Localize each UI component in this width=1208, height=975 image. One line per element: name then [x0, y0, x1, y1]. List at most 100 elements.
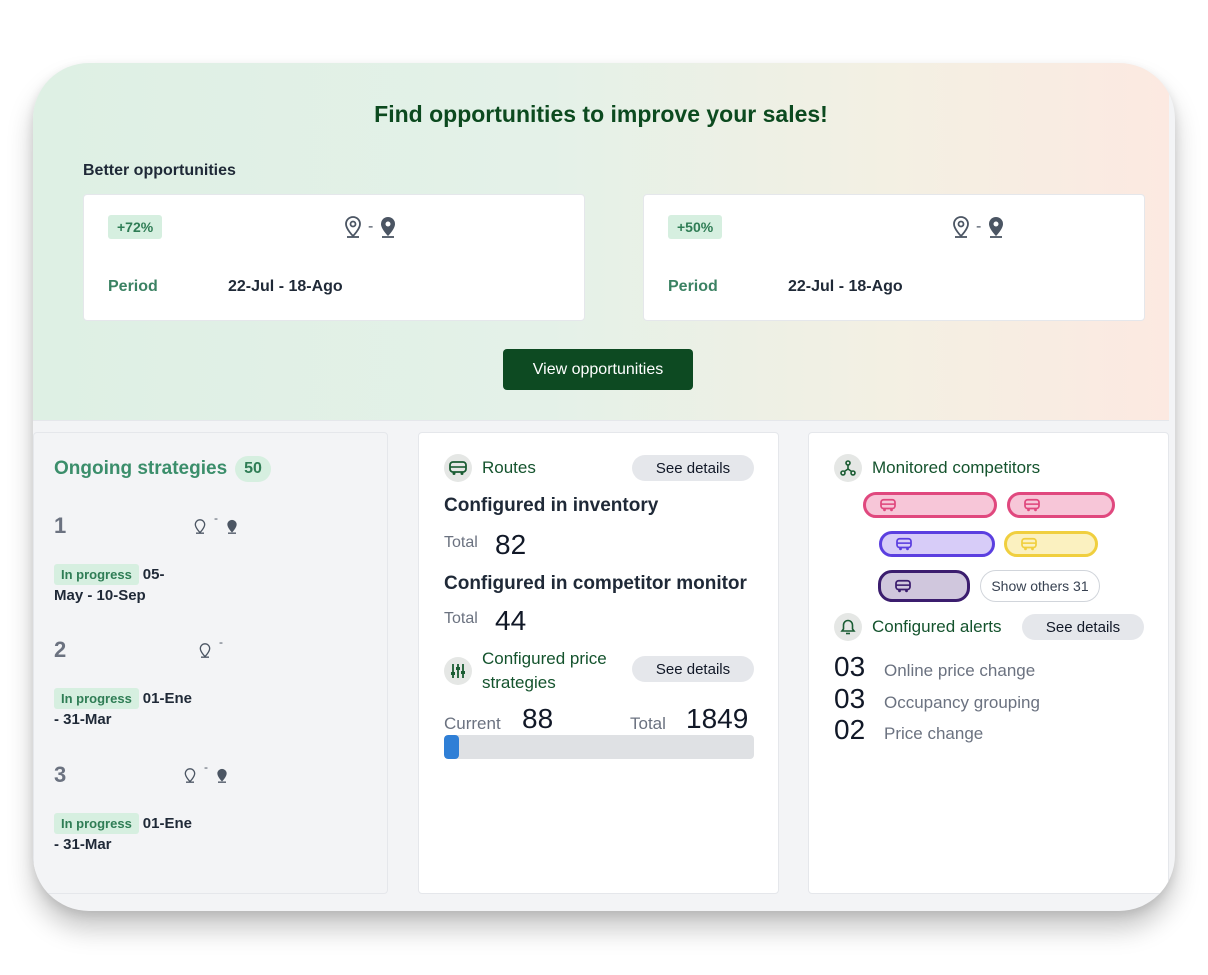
- alerts-title: Configured alerts: [872, 617, 1002, 636]
- better-opportunities-label: Better opportunities: [83, 162, 236, 179]
- location-filled-icon: [381, 217, 396, 238]
- inventory-total-label: Total: [444, 534, 478, 551]
- competitors-title: Monitored competitors: [872, 458, 1041, 477]
- strategy-dates-end: - 31-Mar: [54, 836, 112, 853]
- alert-count: 03: [834, 683, 866, 714]
- period-value: 22-Jul - 18-Ago: [228, 278, 343, 295]
- location-outline-icon: [345, 216, 361, 238]
- location-filled-icon: [989, 217, 1004, 238]
- in-progress-badge: In progress: [54, 564, 139, 585]
- improvement-badge: +50%: [668, 215, 723, 239]
- strategy-item-3[interactable]: 3 - In progress 01-Ene - 31-Mar: [54, 760, 354, 853]
- improvement-badge: +72%: [108, 215, 163, 239]
- route-separator: -: [976, 218, 982, 235]
- competitors-panel: Monitored competitors Show others 31 Con…: [808, 432, 1169, 894]
- strategy-dates-end: - 31-Mar: [54, 711, 112, 728]
- routes-header: Routes: [444, 454, 536, 482]
- ongoing-strategies-panel: Ongoing strategies 50 1 - In progress 05-…: [33, 432, 388, 894]
- alert-label: Price change: [884, 724, 984, 743]
- in-progress-badge: In progress: [54, 813, 139, 834]
- inventory-heading: Configured in inventory: [444, 495, 659, 516]
- alerts-header: Configured alerts: [834, 613, 1001, 641]
- app-frame: Find opportunities to improve your sales…: [33, 63, 1175, 911]
- sliders-icon: [444, 657, 472, 685]
- bus-icon: [444, 454, 472, 482]
- competitors-header: Monitored competitors: [834, 454, 1040, 482]
- in-progress-badge: In progress: [54, 688, 139, 709]
- dash-glyph: -: [219, 635, 223, 649]
- bus-icon: [895, 579, 911, 593]
- alert-count: 03: [834, 651, 866, 682]
- routes-title: Routes: [482, 458, 536, 477]
- route-pins: -: [194, 511, 238, 534]
- route-pins: -: [344, 216, 397, 238]
- strategy-dates-end: May - 10-Sep: [54, 587, 146, 604]
- strategy-number: 1: [54, 513, 67, 538]
- alert-row: 03 Online price change: [834, 651, 1035, 683]
- price-strategies-title: Configured price strategies: [482, 649, 607, 692]
- competitor-pill-3[interactable]: [879, 531, 995, 557]
- dash-glyph: -: [204, 760, 208, 774]
- competitor-pill-2[interactable]: [1007, 492, 1115, 518]
- strategies-count-badge: 50: [235, 456, 271, 482]
- strategy-item-1[interactable]: 1 - In progress 05- May - 10-Sep: [54, 511, 354, 604]
- inventory-total-value: 82: [495, 529, 527, 560]
- alerts-see-details-button[interactable]: See details: [1022, 614, 1144, 640]
- strategy-dates-start: 05-: [142, 566, 165, 583]
- route-pins: -: [952, 216, 1005, 238]
- alert-label: Occupancy grouping: [884, 693, 1040, 712]
- strategy-dates-start: 01-Ene: [142, 815, 192, 832]
- strategy-number: 2: [54, 637, 67, 662]
- bell-icon: [834, 613, 862, 641]
- banner-title: Find opportunities to improve your sales…: [374, 101, 828, 127]
- progress-fill: [444, 735, 459, 759]
- bus-icon: [1021, 537, 1037, 551]
- bus-icon: [1024, 498, 1040, 512]
- alert-row: 02 Price change: [834, 714, 983, 746]
- location-outline-icon: [953, 216, 969, 238]
- total-label: Total: [630, 714, 666, 733]
- monitor-total-value: 44: [495, 605, 527, 636]
- network-icon: [834, 454, 862, 482]
- opportunity-card-2[interactable]: +50% - Period 22-Jul - 18-Ago: [643, 194, 1145, 321]
- strategy-number: 3: [54, 762, 67, 787]
- bus-icon: [896, 537, 912, 551]
- route-pins: -: [199, 635, 223, 658]
- strategies-title: Ongoing strategies: [54, 458, 228, 479]
- location-outline-icon: [184, 768, 196, 783]
- dash-glyph: -: [214, 511, 218, 525]
- alert-label: Online price change: [884, 661, 1036, 680]
- opportunity-card-1[interactable]: +72% - Period 22-Jul - 18-Ago: [83, 194, 585, 321]
- show-others-button[interactable]: Show others 31: [980, 570, 1100, 602]
- competitor-pill-1[interactable]: [863, 492, 997, 518]
- routes-see-details-button[interactable]: See details: [632, 455, 754, 481]
- strategies-progress-bar: [444, 735, 754, 759]
- strategy-item-2[interactable]: 2 - In progress 01-Ene - 31-Mar: [54, 635, 354, 728]
- route-separator: -: [368, 218, 374, 235]
- alert-count: 02: [834, 714, 866, 745]
- route-pins: -: [184, 760, 228, 783]
- location-outline-icon: [194, 519, 206, 534]
- alert-row: 03 Occupancy grouping: [834, 683, 1040, 715]
- strategy-status: In progress 01-Ene - 31-Mar: [54, 688, 214, 730]
- strategy-status: In progress 05- May - 10-Sep: [54, 564, 214, 606]
- strategy-dates-start: 01-Ene: [142, 690, 192, 707]
- strategy-status: In progress 01-Ene - 31-Mar: [54, 813, 214, 855]
- price-see-details-button[interactable]: See details: [632, 656, 754, 682]
- period-value: 22-Jul - 18-Ago: [788, 278, 903, 295]
- bus-icon: [880, 498, 896, 512]
- current-value: 88: [522, 703, 554, 734]
- competitor-monitor-heading: Configured in competitor monitor: [444, 573, 747, 594]
- strategies-header: Ongoing strategies 50: [54, 456, 271, 482]
- routes-panel: Routes See details Configured in invento…: [418, 432, 779, 894]
- period-label: Period: [108, 278, 158, 295]
- competitor-pill-4[interactable]: [1004, 531, 1098, 557]
- current-label: Current: [444, 714, 501, 733]
- total-value: 1849: [686, 703, 749, 734]
- period-label: Period: [668, 278, 718, 295]
- location-filled-icon: [217, 768, 227, 783]
- opportunities-banner: Find opportunities to improve your sales…: [33, 63, 1169, 421]
- competitor-pill-5[interactable]: [878, 570, 970, 602]
- monitor-total-label: Total: [444, 610, 478, 627]
- view-opportunities-button[interactable]: View opportunities: [503, 349, 693, 390]
